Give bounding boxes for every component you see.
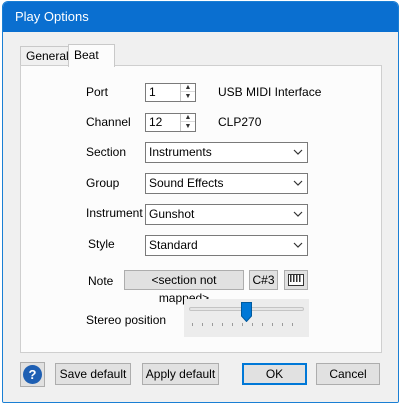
style-dropdown[interactable]: Standard [145, 235, 308, 256]
play-options-dialog: Play Options General Beat Port 1 ▲ ▼ USB… [2, 1, 399, 403]
save-default-button[interactable]: Save default [55, 363, 131, 385]
window-title: Play Options [15, 9, 89, 24]
svg-text:?: ? [29, 367, 37, 382]
apply-default-button[interactable]: Apply default [142, 363, 219, 385]
port-spinbox[interactable]: 1 ▲ ▼ [145, 83, 196, 102]
apply-default-label: Apply default [145, 367, 216, 381]
group-value: Sound Effects [149, 176, 224, 190]
port-spin-down-button[interactable]: ▼ [181, 93, 195, 101]
port-label: Port [86, 85, 109, 99]
cancel-button[interactable]: Cancel [316, 363, 380, 385]
instrument-dropdown[interactable]: Gunshot [145, 204, 308, 225]
group-label: Group [86, 176, 120, 190]
section-dropdown[interactable]: Instruments [145, 142, 308, 163]
stereo-position-slider[interactable] [184, 299, 309, 337]
instrument-label: Instrument [86, 206, 143, 220]
channel-spin-down-button[interactable]: ▼ [181, 123, 195, 131]
channel-spin-up-button[interactable]: ▲ [181, 114, 195, 122]
slider-thumb[interactable] [241, 302, 252, 322]
port-spin-up-button[interactable]: ▲ [181, 84, 195, 92]
chevron-down-icon [293, 149, 303, 155]
save-default-label: Save default [59, 367, 127, 381]
tab-beat[interactable]: Beat [68, 44, 115, 67]
channel-label: Channel [86, 115, 131, 129]
style-label: Style [88, 237, 115, 251]
chevron-down-icon [293, 242, 303, 248]
ok-button[interactable]: OK [242, 363, 307, 385]
note-pitch-text: C#3 [252, 273, 275, 287]
question-mark-icon: ? [23, 365, 42, 384]
channel-device-name: CLP270 [218, 115, 262, 129]
group-dropdown[interactable]: Sound Effects [145, 173, 308, 194]
section-label: Section [86, 145, 127, 159]
chevron-down-icon [293, 211, 303, 217]
tab-beat-label: Beat [74, 48, 99, 62]
port-device-name: USB MIDI Interface [218, 85, 322, 99]
note-label: Note [88, 274, 114, 288]
note-pitch-button[interactable]: C#3 [249, 270, 278, 290]
section-value: Instruments [149, 145, 212, 159]
chevron-down-icon [293, 180, 303, 186]
cancel-label: Cancel [329, 367, 367, 381]
channel-value[interactable]: 12 [149, 114, 162, 131]
beat-tab-panel: Port 1 ▲ ▼ USB MIDI Interface Channel 12… [20, 65, 382, 353]
tab-general[interactable]: General [20, 46, 69, 66]
stereo-position-label: Stereo position [86, 313, 167, 327]
instrument-value: Gunshot [149, 207, 195, 221]
tab-general-label: General [26, 49, 69, 63]
channel-spinbox[interactable]: 12 ▲ ▼ [145, 113, 196, 132]
title-bar[interactable]: Play Options [3, 2, 398, 32]
spin-arrows-icon: ▲ ▼ [180, 114, 195, 131]
style-value: Standard [149, 238, 198, 252]
keyboard-button[interactable] [284, 270, 308, 290]
port-value[interactable]: 1 [149, 84, 156, 101]
dialog-client-area: General Beat Port 1 ▲ ▼ USB MIDI Interfa… [3, 32, 398, 402]
help-button[interactable]: ? [20, 362, 45, 387]
slider-ticks [192, 323, 293, 326]
piano-keyboard-icon [288, 274, 304, 286]
note-mapping-button[interactable]: <section not mapped> [124, 270, 244, 305]
ok-label: OK [265, 367, 284, 381]
spin-arrows-icon: ▲ ▼ [180, 84, 195, 101]
